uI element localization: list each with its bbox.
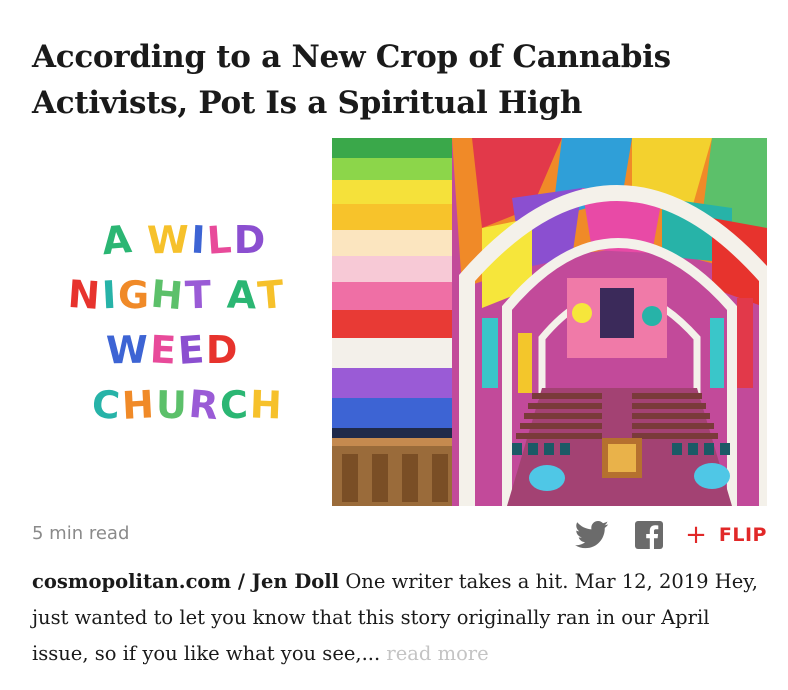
article-meta-row: 5 min read + FLIP (32, 520, 767, 550)
wordart-letter: I (100, 272, 120, 318)
flip-label: FLIP (718, 524, 767, 546)
article-headline[interactable]: According to a New Crop of Cannabis Acti… (32, 34, 772, 126)
wordart-letter: W (105, 327, 151, 373)
wordart-letter: D (205, 328, 240, 372)
wordart-line-2: NIGHT AT (66, 271, 289, 319)
facebook-icon[interactable] (635, 521, 664, 549)
wordart-letter: E (148, 327, 180, 373)
wordart-letter: N (66, 271, 104, 319)
wordart-letter: C (90, 382, 124, 428)
wordart-line-1: A WILD (100, 216, 268, 264)
wordart-letter: H (149, 271, 187, 319)
wordart-letter: H (248, 382, 285, 428)
article-excerpt: cosmopolitan.com / Jen Doll One writer t… (32, 564, 772, 672)
wordart-line-4: CHURCH (90, 381, 285, 429)
wordart-letter: T (184, 272, 214, 318)
flip-button[interactable]: + FLIP (685, 521, 767, 549)
wordart-letter: G (117, 272, 152, 318)
hero-wordart: A WILD NIGHT AT WEED CHURCH (32, 138, 332, 506)
wordart-letter: E (176, 327, 208, 373)
read-more-link[interactable]: read more (386, 642, 488, 665)
wordart-letter: H (120, 382, 157, 428)
church-interior-photo (332, 138, 767, 506)
wordart-letter: A (100, 216, 136, 264)
wordart-letter: D (233, 218, 268, 262)
wordart-letter: W (147, 217, 192, 263)
wordart-letter: L (205, 217, 236, 263)
read-time: 5 min read (32, 523, 130, 544)
article-hero-image[interactable]: A WILD NIGHT AT WEED CHURCH (32, 138, 767, 506)
wordart-line-3: WEED (105, 327, 240, 373)
article-source[interactable]: cosmopolitan.com / Jen Doll (32, 570, 339, 593)
wordart-letter: R (186, 381, 222, 429)
twitter-icon[interactable] (574, 520, 609, 550)
wordart-letter: C (219, 382, 251, 428)
wordart-letter: T (256, 271, 289, 319)
flip-plus-icon: + (685, 520, 707, 550)
wordart-letter: A (226, 272, 260, 318)
wordart-letter: U (155, 382, 189, 428)
share-actions: + FLIP (574, 520, 767, 550)
